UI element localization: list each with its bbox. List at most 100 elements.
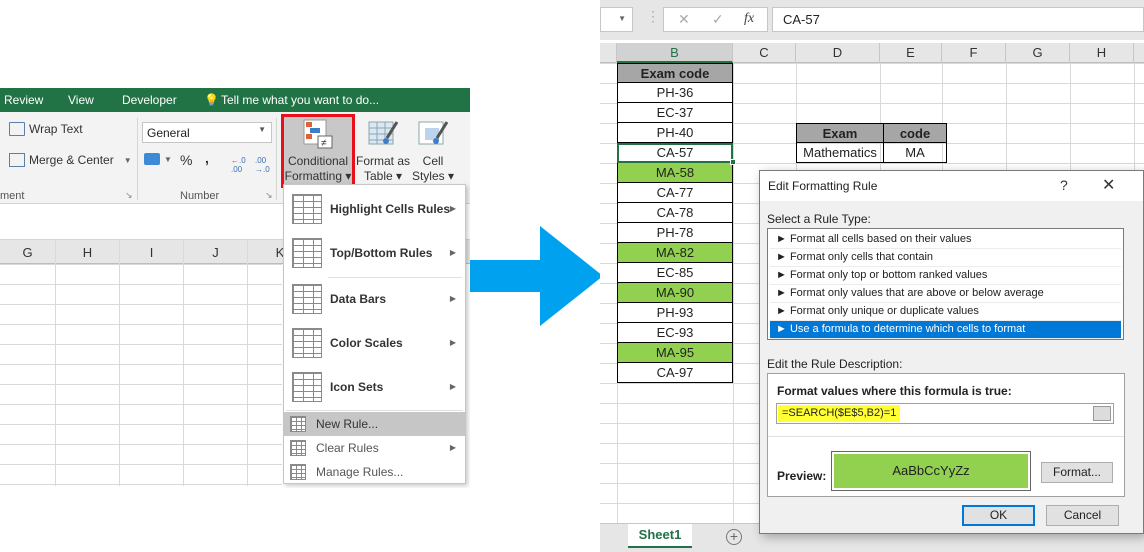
rule-type-item-selected[interactable]: ► Use a formula to determine which cells…	[770, 321, 1121, 339]
cell-styles-button[interactable]: Cell Styles ▾	[410, 114, 456, 186]
lookup-cell-exam[interactable]: Mathematics	[796, 143, 884, 163]
exam-code-cell[interactable]: CA-77	[617, 183, 733, 203]
tab-review[interactable]: Review	[4, 93, 43, 107]
chevron-down-icon[interactable]: ▼	[124, 156, 132, 165]
exam-code-cell[interactable]: EC-37	[617, 103, 733, 123]
clear-rules-icon	[290, 440, 306, 456]
exam-code-cell[interactable]: MA-58	[617, 163, 733, 183]
column-header-h[interactable]: H	[56, 245, 119, 260]
rule-type-item[interactable]: ► Format only values that are above or b…	[770, 285, 1121, 303]
formula-buttons: ✕ ✓ fx	[663, 7, 768, 32]
exam-code-cell[interactable]: CA-97	[617, 363, 733, 383]
worksheet-grid[interactable]	[0, 264, 282, 486]
formula-input[interactable]: =SEARCH($E$5,B2)=1	[776, 403, 1114, 424]
rule-type-item[interactable]: ► Format only cells that contain	[770, 249, 1121, 267]
grid-line	[119, 240, 120, 486]
lookup-header-exam[interactable]: Exam	[796, 123, 884, 143]
column-header-i[interactable]: I	[120, 245, 183, 260]
wrap-text-button[interactable]: Wrap Text	[9, 122, 83, 136]
comma-style-button[interactable]: ,	[205, 150, 209, 166]
select-rule-type-label: Select a Rule Type:	[767, 212, 871, 226]
menu-item-clear-rules[interactable]: Clear Rules ▶	[284, 436, 465, 460]
chevron-down-icon: ▼	[164, 154, 172, 164]
exam-code-cell[interactable]: PH-36	[617, 83, 733, 103]
merge-center-button[interactable]: Merge & Center ▼	[9, 153, 132, 167]
lookup-header-code[interactable]: code	[883, 123, 947, 143]
column-header-h[interactable]: H	[1070, 43, 1134, 63]
exam-code-cell[interactable]: EC-85	[617, 263, 733, 283]
exam-code-cell[interactable]: EC-93	[617, 323, 733, 343]
formula-label: Format values where this formula is true…	[777, 384, 1012, 398]
exam-code-cell[interactable]: PH-40	[617, 123, 733, 143]
exam-code-cell[interactable]: PH-78	[617, 223, 733, 243]
group-separator	[276, 118, 277, 200]
increase-decimal-button[interactable]: ←.0.00	[231, 156, 246, 174]
insert-function-icon[interactable]: fx	[744, 11, 754, 27]
dialog-launcher-icon[interactable]: ↘	[265, 190, 273, 201]
exam-code-cell[interactable]: CA-78	[617, 203, 733, 223]
conditional-formatting-icon: ≠	[302, 118, 334, 150]
lookup-cell-code[interactable]: MA	[883, 143, 947, 163]
rule-type-item[interactable]: ► Format all cells based on their values	[770, 231, 1121, 249]
exam-code-cell-active[interactable]: CA-57	[617, 143, 733, 163]
conditional-formatting-button[interactable]: ≠ Conditional Formatting ▾	[284, 114, 352, 186]
help-icon[interactable]: ?	[1060, 177, 1068, 193]
submenu-arrow-icon: ▶	[449, 248, 456, 257]
exam-code-cell[interactable]: PH-93	[617, 303, 733, 323]
tell-me-search[interactable]: Tell me what you want to do...	[221, 93, 379, 107]
group-separator	[137, 118, 138, 200]
cancel-icon[interactable]: ✕	[678, 11, 690, 28]
enter-icon[interactable]: ✓	[712, 11, 724, 28]
menu-item-highlight-cells-rules[interactable]: Highlight Cells Rules ▶	[284, 189, 465, 229]
exam-code-header[interactable]: Exam code	[617, 63, 733, 83]
drag-handle-icon[interactable]: ⋮	[646, 8, 660, 25]
percent-style-button[interactable]: %	[180, 152, 192, 168]
menu-item-manage-rules[interactable]: Manage Rules...	[284, 460, 465, 484]
rule-description-panel: Format values where this formula is true…	[767, 373, 1125, 497]
column-header-g[interactable]: G	[0, 245, 55, 260]
preview-sample-text: AaBbCcYyZz	[834, 454, 1028, 488]
add-sheet-icon[interactable]: +	[726, 529, 742, 545]
format-button[interactable]: Format...	[1041, 462, 1113, 483]
column-header-d[interactable]: D	[796, 43, 880, 63]
column-header-c[interactable]: C	[733, 43, 796, 63]
lightbulb-icon: 💡	[204, 93, 219, 107]
number-format-select[interactable]: General ▼	[142, 122, 272, 143]
rule-type-list: ► Format all cells based on their values…	[767, 228, 1124, 340]
ribbon-tab-bar: Review View Developer 💡 Tell me what you…	[0, 88, 470, 112]
cancel-button[interactable]: Cancel	[1046, 505, 1119, 526]
exam-code-cell[interactable]: MA-82	[617, 243, 733, 263]
column-header-a[interactable]	[600, 43, 617, 63]
column-header-row: B C D E F G H	[600, 43, 1144, 63]
dialog-launcher-icon[interactable]: ↘	[125, 190, 133, 201]
new-rule-icon	[290, 416, 306, 432]
tab-view[interactable]: View	[68, 93, 94, 107]
formula-input[interactable]: CA-57	[772, 7, 1144, 32]
accounting-format-button[interactable]: ▼	[144, 153, 172, 165]
range-selector-icon[interactable]	[1093, 406, 1111, 421]
menu-item-color-scales[interactable]: Color Scales ▶	[284, 323, 465, 363]
name-box[interactable]: ▼	[600, 7, 633, 32]
fill-handle[interactable]	[730, 159, 736, 165]
exam-code-cell[interactable]: MA-90	[617, 283, 733, 303]
menu-item-data-bars[interactable]: Data Bars ▶	[284, 279, 465, 319]
sheet-tab-sheet1[interactable]: Sheet1	[628, 524, 692, 548]
rule-type-item[interactable]: ► Format only unique or duplicate values	[770, 303, 1121, 321]
exam-code-cell[interactable]: MA-95	[617, 343, 733, 363]
ok-button[interactable]: OK	[962, 505, 1035, 526]
column-header-b[interactable]: B	[617, 43, 733, 63]
column-header-e[interactable]: E	[880, 43, 942, 63]
menu-item-icon-sets[interactable]: Icon Sets ▶	[284, 367, 465, 407]
close-icon[interactable]: ✕	[1102, 175, 1115, 195]
column-header-j[interactable]: J	[184, 245, 247, 260]
decrease-decimal-button[interactable]: .00 →.0	[255, 156, 270, 174]
rule-type-item[interactable]: ► Format only top or bottom ranked value…	[770, 267, 1121, 285]
column-header-g[interactable]: G	[1006, 43, 1070, 63]
format-as-table-icon	[367, 118, 399, 150]
menu-item-new-rule[interactable]: New Rule...	[284, 412, 465, 436]
tab-developer[interactable]: Developer	[122, 93, 177, 107]
manage-rules-icon	[290, 464, 306, 480]
format-as-table-button[interactable]: Format as Table ▾	[354, 114, 412, 186]
menu-item-top-bottom-rules[interactable]: Top/Bottom Rules ▶	[284, 233, 465, 273]
column-header-f[interactable]: F	[942, 43, 1006, 63]
